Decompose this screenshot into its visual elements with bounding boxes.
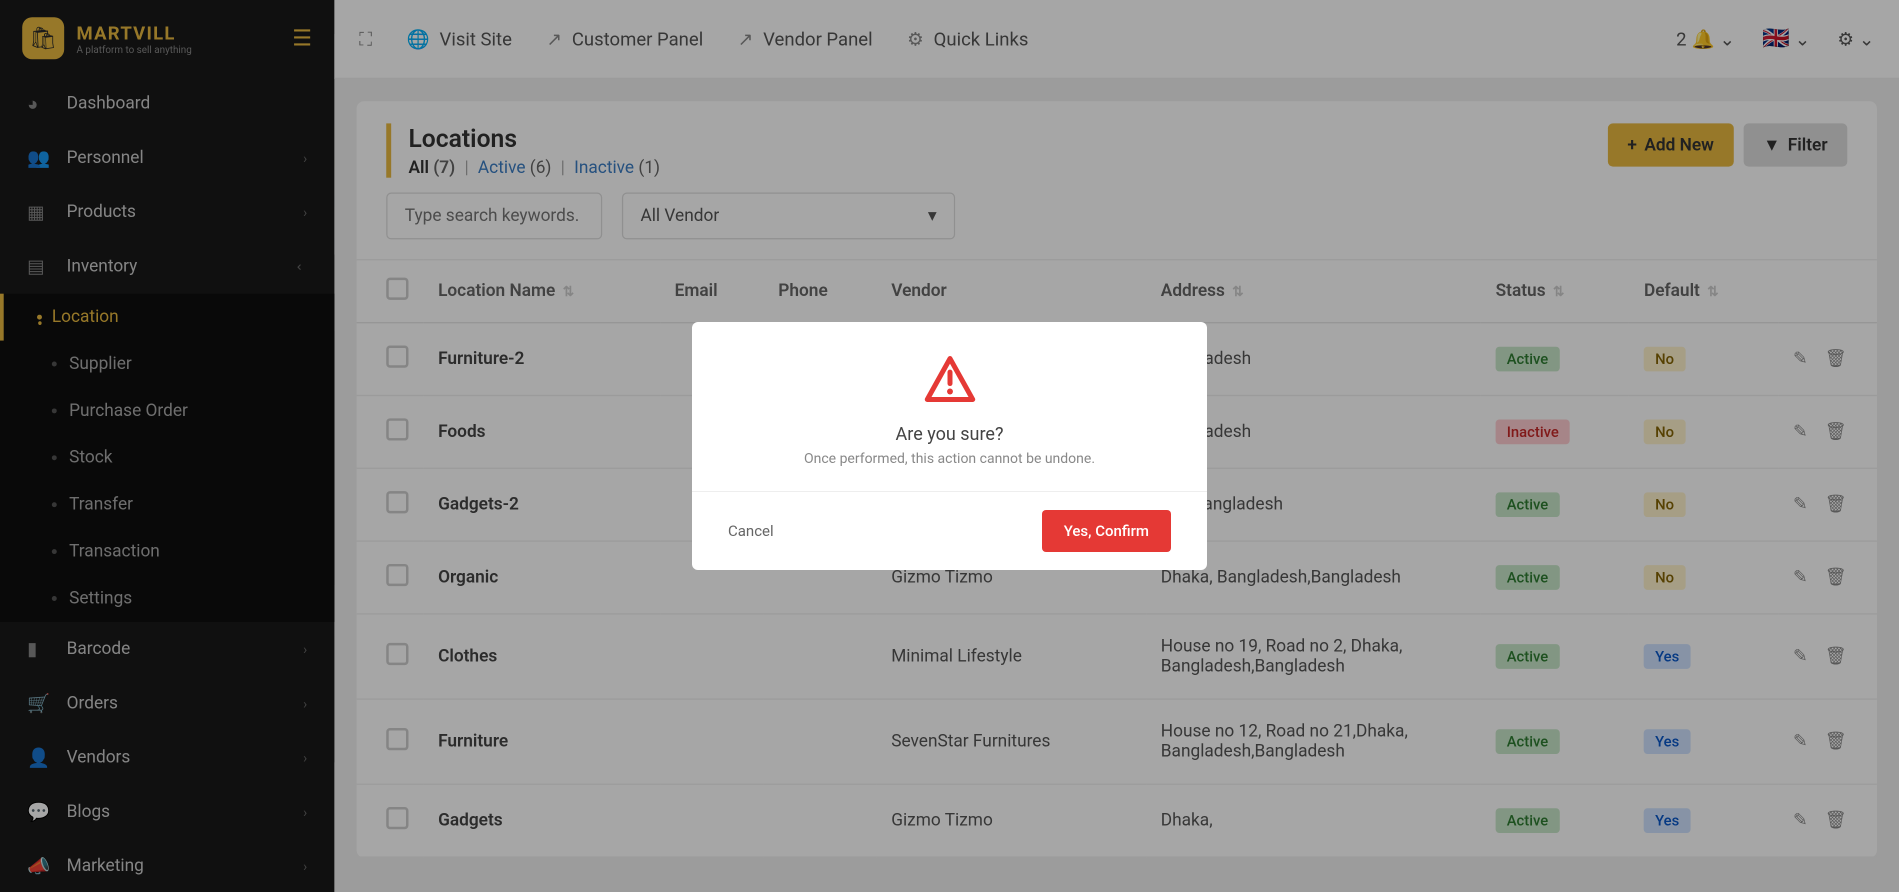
modal-body: Are you sure? Once performed, this actio… [692,322,1207,491]
modal-overlay[interactable]: Are you sure? Once performed, this actio… [0,0,1899,892]
modal-title: Are you sure? [720,424,1179,445]
modal-footer: Cancel Yes, Confirm [692,491,1207,570]
modal-text: Once performed, this action cannot be un… [720,451,1179,467]
warning-icon [922,354,978,404]
cancel-button[interactable]: Cancel [728,522,774,540]
confirm-modal: Are you sure? Once performed, this actio… [692,322,1207,570]
confirm-button[interactable]: Yes, Confirm [1042,510,1171,552]
